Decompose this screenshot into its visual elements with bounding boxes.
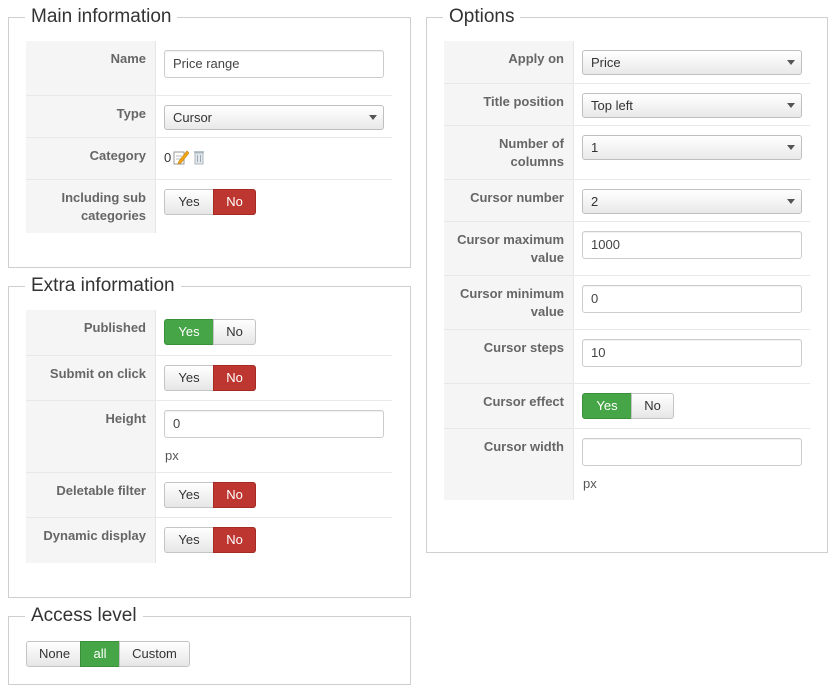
title-position-row: Title position Top left bbox=[444, 83, 810, 125]
category-value: 0 bbox=[164, 149, 172, 165]
published-row: Published Yes No bbox=[26, 310, 392, 355]
type-select-value: Cursor bbox=[173, 110, 213, 125]
chevron-down-icon bbox=[787, 145, 795, 150]
submit-on-click-row: Submit on click Yes No bbox=[26, 355, 392, 400]
extra-information-panel: Extra information Published Yes No Submi… bbox=[8, 274, 411, 598]
main-information-panel: Main information Name Price range Type C… bbox=[8, 5, 411, 268]
published-no-button[interactable]: No bbox=[213, 319, 256, 345]
access-custom-button[interactable]: Custom bbox=[119, 641, 190, 667]
cursor-number-row: Cursor number 2 bbox=[444, 179, 810, 221]
edit-icon[interactable] bbox=[173, 149, 190, 165]
dynamic-display-row: Dynamic display Yes No bbox=[26, 517, 392, 563]
type-label: Type bbox=[26, 96, 156, 137]
cursor-steps-label: Cursor steps bbox=[444, 330, 574, 383]
deletable-yes-button[interactable]: Yes bbox=[164, 482, 214, 508]
cursor-number-select[interactable]: 2 bbox=[582, 189, 802, 214]
dynamic-yes-button[interactable]: Yes bbox=[164, 527, 214, 553]
title-position-value: Top left bbox=[591, 98, 633, 113]
number-of-columns-label: Number of columns bbox=[444, 126, 574, 179]
cursor-effect-label: Cursor effect bbox=[444, 384, 574, 428]
including-no-button[interactable]: No bbox=[213, 189, 256, 215]
cursor-effect-toggle: Yes No bbox=[582, 393, 674, 419]
cursor-minimum-row: Cursor minimum value 0 bbox=[444, 275, 810, 329]
cursor-steps-row: Cursor steps 10 bbox=[444, 329, 810, 383]
type-select[interactable]: Cursor bbox=[164, 105, 384, 130]
name-row: Name Price range bbox=[26, 41, 392, 95]
cursor-maximum-label: Cursor maximum value bbox=[444, 222, 574, 275]
cursor-width-input[interactable] bbox=[582, 438, 802, 466]
chevron-down-icon bbox=[787, 103, 795, 108]
number-of-columns-select[interactable]: 1 bbox=[582, 135, 802, 160]
dynamic-no-button[interactable]: No bbox=[213, 527, 256, 553]
height-input[interactable]: 0 bbox=[164, 410, 384, 438]
category-label: Category bbox=[26, 138, 156, 179]
options-title: Options bbox=[443, 5, 521, 29]
cursor-steps-input[interactable]: 10 bbox=[582, 339, 802, 367]
height-row: Height 0 px bbox=[26, 400, 392, 472]
access-level-toggle: None all Custom bbox=[26, 641, 190, 667]
deletable-filter-toggle: Yes No bbox=[164, 482, 256, 508]
chevron-down-icon bbox=[787, 60, 795, 65]
access-level-panel: Access level None all Custom bbox=[8, 604, 411, 685]
cursor-width-row: Cursor width px bbox=[444, 428, 810, 500]
cursor-minimum-label: Cursor minimum value bbox=[444, 276, 574, 329]
apply-on-select[interactable]: Price bbox=[582, 50, 802, 75]
deletable-filter-label: Deletable filter bbox=[26, 473, 156, 517]
apply-on-label: Apply on bbox=[444, 41, 574, 83]
apply-on-row: Apply on Price bbox=[444, 41, 810, 83]
apply-on-value: Price bbox=[591, 55, 621, 70]
access-all-button[interactable]: all bbox=[80, 641, 120, 667]
cursor-maximum-input[interactable]: 1000 bbox=[582, 231, 802, 259]
including-yes-button[interactable]: Yes bbox=[164, 189, 214, 215]
trash-icon[interactable] bbox=[191, 149, 207, 165]
extra-information-title: Extra information bbox=[25, 274, 181, 298]
title-position-select[interactable]: Top left bbox=[582, 93, 802, 118]
height-label: Height bbox=[26, 401, 156, 472]
cursor-minimum-input[interactable]: 0 bbox=[582, 285, 802, 313]
type-row: Type Cursor bbox=[26, 95, 392, 137]
cursor-number-label: Cursor number bbox=[444, 180, 574, 221]
name-input[interactable]: Price range bbox=[164, 50, 384, 78]
submit-yes-button[interactable]: Yes bbox=[164, 365, 214, 391]
dynamic-display-label: Dynamic display bbox=[26, 518, 156, 563]
access-none-button[interactable]: None bbox=[26, 641, 81, 667]
including-sub-categories-row: Including sub categories Yes No bbox=[26, 179, 392, 233]
including-sub-categories-toggle: Yes No bbox=[164, 189, 256, 215]
number-of-columns-value: 1 bbox=[591, 140, 599, 155]
submit-on-click-toggle: Yes No bbox=[164, 365, 256, 391]
deletable-no-button[interactable]: No bbox=[213, 482, 256, 508]
published-yes-button[interactable]: Yes bbox=[164, 319, 214, 345]
main-information-title: Main information bbox=[25, 5, 178, 29]
category-control: 0 bbox=[164, 147, 207, 167]
submit-on-click-label: Submit on click bbox=[26, 356, 156, 400]
name-label: Name bbox=[26, 41, 156, 95]
options-panel: Options Apply on Price Title position To… bbox=[426, 5, 828, 553]
cursor-effect-no-button[interactable]: No bbox=[631, 393, 674, 419]
cursor-number-value: 2 bbox=[591, 194, 599, 209]
chevron-down-icon bbox=[787, 199, 795, 204]
cursor-width-unit: px bbox=[583, 476, 597, 491]
cursor-maximum-row: Cursor maximum value 1000 bbox=[444, 221, 810, 275]
cursor-effect-row: Cursor effect Yes No bbox=[444, 383, 810, 428]
published-toggle: Yes No bbox=[164, 319, 256, 345]
submit-no-button[interactable]: No bbox=[213, 365, 256, 391]
category-row: Category 0 bbox=[26, 137, 392, 179]
title-position-label: Title position bbox=[444, 84, 574, 125]
height-unit: px bbox=[165, 448, 179, 463]
cursor-effect-yes-button[interactable]: Yes bbox=[582, 393, 632, 419]
deletable-filter-row: Deletable filter Yes No bbox=[26, 472, 392, 517]
access-level-title: Access level bbox=[25, 604, 143, 628]
number-of-columns-row: Number of columns 1 bbox=[444, 125, 810, 179]
dynamic-display-toggle: Yes No bbox=[164, 527, 256, 553]
chevron-down-icon bbox=[369, 115, 377, 120]
cursor-width-label: Cursor width bbox=[444, 429, 574, 500]
including-sub-categories-label: Including sub categories bbox=[26, 180, 156, 233]
published-label: Published bbox=[26, 310, 156, 355]
